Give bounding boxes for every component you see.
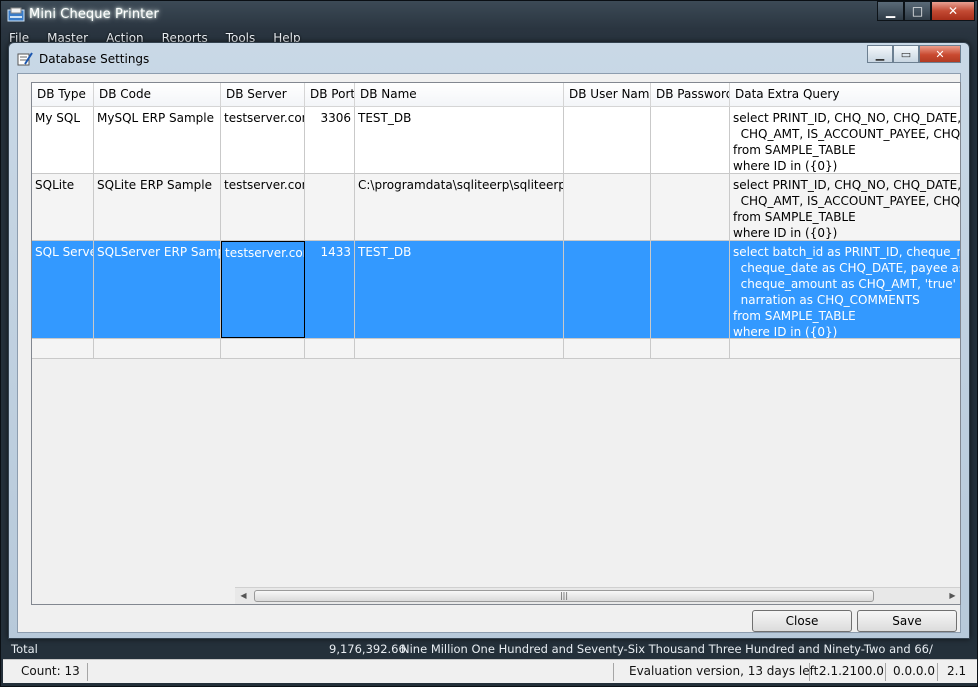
cell-db-password[interactable] (651, 241, 730, 338)
column-header-data-extra-query[interactable]: Data Extra Query (730, 83, 960, 107)
cell-db-name[interactable]: TEST_DB (355, 107, 564, 173)
main-titlebar: Mini Cheque Printer ▁ □ ✕ (1, 1, 978, 31)
status-separator (885, 663, 886, 681)
new-row-cell[interactable] (221, 339, 305, 358)
total-row: Total 9,176,392.66 Nine Million One Hund… (3, 641, 977, 658)
dialog-titlebar[interactable]: Database Settings ▁ ▭ ✕ (9, 43, 969, 73)
minimize-icon: ▁ (875, 47, 885, 61)
cell-db-code[interactable]: SQLite ERP Sample (94, 174, 221, 240)
status-separator (87, 663, 88, 681)
new-row-cell[interactable] (730, 339, 960, 358)
close-window-button[interactable]: ✕ (931, 1, 975, 21)
status-separator (613, 663, 614, 681)
column-header-db-code[interactable]: DB Code (94, 83, 221, 107)
maximize-icon: □ (911, 4, 924, 18)
cell-db-name[interactable]: C:\programdata\sqliteerp\sqliteerp.db (355, 174, 564, 240)
total-value: 9,176,392.66 (329, 642, 406, 656)
save-button[interactable]: Save (857, 610, 957, 632)
status-separator (809, 663, 810, 681)
new-row[interactable] (32, 339, 960, 359)
dialog-close-button[interactable]: ✕ (919, 45, 961, 63)
new-row-cell[interactable] (305, 339, 355, 358)
cell-db-port[interactable] (305, 174, 355, 240)
close-icon: ✕ (935, 47, 945, 61)
cell-db-server[interactable]: testserver.com (221, 174, 305, 240)
horizontal-scrollbar[interactable]: ◀ ||| ▶ (235, 587, 960, 604)
column-header-db-server[interactable]: DB Server (221, 83, 305, 107)
close-icon: ✕ (947, 4, 959, 18)
cell-db-port[interactable]: 1433 (305, 241, 355, 338)
cell-db-server[interactable]: testserver.com (221, 107, 305, 173)
cell-data-extra-query[interactable]: select batch_id as PRINT_ID, cheque_no a… (730, 241, 960, 338)
column-header-db-user-name[interactable]: DB User Name (564, 83, 651, 107)
status-extra: 2.1 (947, 664, 967, 678)
total-amount-in-words: Nine Million One Hundred and Seventy-Six… (401, 642, 933, 656)
cell-db-password[interactable] (651, 107, 730, 173)
maximize-icon: ▭ (900, 47, 912, 61)
table-row[interactable]: SQLite SQLite ERP Sample testserver.com … (32, 174, 960, 241)
column-header-db-name[interactable]: DB Name (355, 83, 564, 107)
table-row[interactable]: My SQL MySQL ERP Sample testserver.com 3… (32, 107, 960, 174)
database-settings-dialog: Database Settings ▁ ▭ ✕ DB Type DB Code … (8, 42, 970, 639)
cell-db-type[interactable]: SQLite (32, 174, 94, 240)
dialog-maximize-button[interactable]: ▭ (893, 45, 919, 63)
column-header-db-password[interactable]: DB Password (651, 83, 730, 107)
cell-data-extra-query[interactable]: select PRINT_ID, CHQ_NO, CHQ_DATE, PAY C… (730, 107, 960, 173)
cell-db-name[interactable]: TEST_DB (355, 241, 564, 338)
table-row-selected[interactable]: SQL Server SQLServer ERP Sample testserv… (32, 241, 960, 339)
dialog-client-area: DB Type DB Code DB Server DB Port DB Nam… (17, 73, 961, 633)
record-count: Count: 13 (21, 664, 80, 678)
cell-db-code[interactable]: SQLServer ERP Sample (94, 241, 221, 338)
new-row-cell[interactable] (651, 339, 730, 358)
database-settings-icon (17, 52, 33, 66)
evaluation-status: Evaluation version, 13 days left. (629, 664, 823, 678)
app-version: 2.1.2100.0 (819, 664, 884, 678)
cell-db-type[interactable]: SQL Server (32, 241, 94, 338)
build-number: 0.0.0.0 (893, 664, 935, 678)
minimize-icon: ▁ (885, 4, 896, 18)
cell-data-extra-query[interactable]: select PRINT_ID, CHQ_NO, CHQ_DATE, PAY C… (730, 174, 960, 240)
total-label: Total (11, 642, 38, 656)
cell-db-port[interactable]: 3306 (305, 107, 355, 173)
cell-db-code[interactable]: MySQL ERP Sample (94, 107, 221, 173)
column-header-db-port[interactable]: DB Port (305, 83, 355, 107)
minimize-button[interactable]: ▁ (877, 1, 904, 21)
dialog-minimize-button[interactable]: ▁ (867, 45, 893, 63)
dialog-title: Database Settings (39, 52, 150, 66)
new-row-cell[interactable] (564, 339, 651, 358)
new-row-cell[interactable] (94, 339, 221, 358)
cell-db-user-name[interactable] (564, 107, 651, 173)
new-row-cell[interactable] (32, 339, 94, 358)
scrollbar-thumb[interactable]: ||| (254, 590, 874, 602)
close-button[interactable]: Close (752, 610, 852, 632)
app-title: Mini Cheque Printer (29, 7, 159, 22)
column-header-db-type[interactable]: DB Type (32, 83, 94, 107)
database-grid[interactable]: DB Type DB Code DB Server DB Port DB Nam… (31, 82, 961, 605)
cell-db-password[interactable] (651, 174, 730, 240)
cell-db-type[interactable]: My SQL (32, 107, 94, 173)
scroll-left-arrow-icon[interactable]: ◀ (235, 588, 252, 604)
cell-db-user-name[interactable] (564, 241, 651, 338)
window-controls: ▁ □ ✕ (877, 1, 975, 21)
status-bar: Count: 13 Evaluation version, 13 days le… (3, 659, 977, 683)
cheque-printer-icon (7, 7, 25, 22)
cell-db-user-name[interactable] (564, 174, 651, 240)
cell-db-server-focused[interactable]: testserver.com (221, 241, 305, 338)
maximize-button[interactable]: □ (904, 1, 931, 21)
dialog-window-controls: ▁ ▭ ✕ (867, 45, 961, 63)
scroll-right-arrow-icon[interactable]: ▶ (944, 588, 960, 604)
status-separator (937, 663, 938, 681)
new-row-cell[interactable] (355, 339, 564, 358)
grid-header: DB Type DB Code DB Server DB Port DB Nam… (32, 83, 960, 107)
